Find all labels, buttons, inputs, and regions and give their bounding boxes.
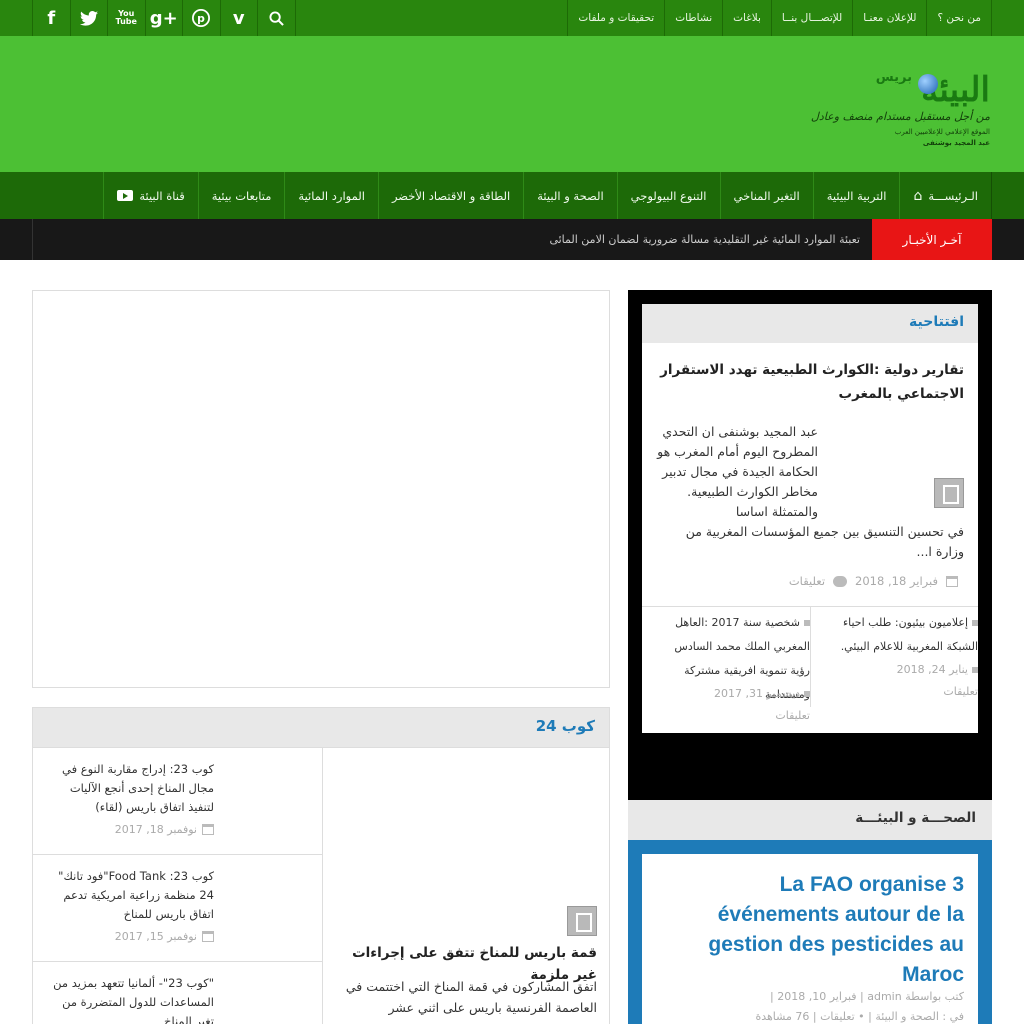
health-article-title[interactable]: La FAO organise 3 événements autour de l… — [664, 870, 964, 990]
breaking-news-bar: آخـر الأخبـار تعبئة الموارد المائية غير … — [0, 219, 1024, 260]
editorial-comments[interactable]: تعليقات — [789, 574, 825, 588]
nav-label: قناة البيئة — [139, 188, 185, 203]
editorial-date: فبراير 18, 2018 — [855, 574, 938, 588]
calendar-icon — [804, 691, 810, 697]
health-widget: الصحـــة و البيئـــة La FAO organise 3 é… — [628, 800, 992, 1024]
health-article-card: La FAO organise 3 événements autour de l… — [642, 854, 978, 1024]
section-header: كوب 24 — [33, 708, 609, 748]
site-header: البيئة بريس من أجل مستقبل مستدام منصف وع… — [0, 36, 1024, 172]
globe-icon — [918, 74, 938, 94]
twitter-icon[interactable] — [71, 0, 108, 36]
list-item[interactable]: كوب 23: إدراج مقاربة النوع في مجال المنا… — [33, 748, 323, 855]
document-icon — [567, 906, 597, 936]
nav-item-environmental-education[interactable]: التربية البيئية — [812, 172, 900, 219]
logo-author: عبد المجيد بوشنفى — [922, 139, 990, 147]
editorial-excerpt-continued: في تحسين التنسيق بين جميع المؤسسات المغر… — [685, 524, 964, 559]
social-links: f You Tube g+ p v — [32, 0, 296, 36]
nav-item-energy-green-economy[interactable]: الطاقة و الاقتصاد الأخضر — [377, 172, 523, 219]
nav-item-biodiversity[interactable]: التنوع البيولوجي — [616, 172, 720, 219]
list-item[interactable]: شخصية سنة 2017 :العاهل المغربي الملك محم… — [642, 607, 810, 722]
logo-tagline: من أجل مستقبل مستدام منصف وعادل — [810, 110, 990, 123]
nav-label: الـرئيســـة — [928, 188, 978, 203]
main-nav: ⌂ الـرئيســـة التربية البيئية التغير الم… — [0, 172, 1024, 219]
article-title[interactable]: "كوب 23"- ألمانيا تتعهد بمزيد من المساعد… — [44, 974, 214, 1024]
google-plus-icon[interactable]: g+ — [146, 0, 183, 36]
svg-text:p: p — [197, 12, 205, 25]
list-item[interactable]: إعلاميون بيئيون: طلب احياء الشبكة المغرب… — [810, 607, 978, 707]
top-menu: من نحن ؟ للإعلان معنـا للإتصـــال بنــا … — [567, 0, 992, 36]
widget-title[interactable]: افتتاحية — [909, 314, 964, 330]
article-title[interactable]: إعلاميون بيئيون: طلب احياء الشبكة المغرب… — [820, 611, 978, 659]
featured-article-excerpt: اتفق المشاركون في قمة المناخ التي اختتمت… — [345, 979, 597, 1015]
widget-header: افتتاحية — [642, 304, 978, 343]
editorial-widget: افتتاحية تقارير دولية :الكوارث الطبيعية … — [642, 304, 978, 733]
health-article-meta-secondary: في : الصحة و البيئة | • تعليقات | 76 مشا… — [755, 1010, 964, 1023]
breaking-news-label: آخـر الأخبـار — [872, 219, 992, 260]
top-menu-advertise[interactable]: للإعلان معنـا — [852, 0, 926, 36]
top-menu-activities[interactable]: نشاطات — [664, 0, 722, 36]
nav-item-environmental-followups[interactable]: متابعات بيئية — [197, 172, 285, 219]
vimeo-icon[interactable]: v — [221, 0, 258, 36]
featured-slider — [32, 290, 610, 688]
widget-body: La FAO organise 3 événements autour de l… — [628, 840, 992, 1024]
calendar-icon — [202, 824, 214, 835]
list-item[interactable]: كوب 23: Food Tank"فود تانك" 24 منظمة زرا… — [33, 855, 323, 962]
related-articles: إعلاميون بيئيون: طلب احياء الشبكة المغرب… — [642, 606, 978, 733]
article-date: يناير 24, 2018 — [820, 659, 978, 681]
logo-press: بريس — [875, 70, 912, 85]
cop24-section: كوب 24 كوب 23: إدراج مقاربة النوع في مجا… — [32, 707, 610, 1024]
article-date: ديسمبر 31, 2017 — [652, 683, 810, 705]
youtube-play-icon — [117, 190, 134, 201]
top-menu-contact[interactable]: للإتصـــال بنــا — [770, 0, 852, 36]
site-logo[interactable]: البيئة بريس من أجل مستقبل مستدام منصف وع… — [760, 70, 991, 182]
article-date: نوفمبر 18, 2017 — [115, 823, 214, 836]
facebook-icon[interactable]: f — [33, 0, 71, 36]
search-icon[interactable] — [258, 0, 296, 36]
list-item[interactable]: "كوب 23"- ألمانيا تتعهد بمزيد من المساعد… — [33, 962, 323, 1024]
bullet-icon — [804, 620, 810, 626]
article-comments[interactable]: تعليقات — [820, 681, 978, 703]
nav-item-health-environment[interactable]: الصحة و البيئة — [523, 172, 616, 219]
top-bar: f You Tube g+ p v من نحن ؟ للإعلان معنـا… — [0, 0, 1024, 36]
article-title[interactable]: كوب 23: Food Tank"فود تانك" 24 منظمة زرا… — [44, 867, 214, 924]
document-icon — [934, 478, 964, 508]
editorial-excerpt: عبد المجيد بوشنفى ان التحدي المطروح اليو… — [657, 424, 818, 519]
top-menu-reports[interactable]: بلاغات — [722, 0, 771, 36]
nav-item-climate-change[interactable]: التغير المناخي — [719, 172, 813, 219]
calendar-icon — [202, 931, 214, 942]
widget-title[interactable]: الصحـــة و البيئـــة — [855, 810, 976, 826]
featured-article: قمة باريس للمناخ تتفق على إجراءات غير مل… — [323, 748, 611, 1024]
health-article-meta: كتب بواسطة admin | فبراير 10, 2018 | — [770, 990, 964, 1003]
article-date: نوفمبر 15, 2017 — [115, 930, 214, 943]
comments-icon — [833, 575, 848, 587]
article-title[interactable]: كوب 23: إدراج مقاربة النوع في مجال المنا… — [44, 760, 214, 817]
nav-item-water-resources[interactable]: الموارد المائية — [284, 172, 378, 219]
calendar-icon — [946, 575, 958, 587]
article-comments[interactable]: تعليقات — [652, 705, 810, 727]
top-menu-about[interactable]: من نحن ؟ — [926, 0, 991, 36]
youtube-icon[interactable]: You Tube — [108, 0, 146, 36]
home-icon: ⌂ — [913, 187, 923, 204]
logo-subtitle: الموقع الإعلامي للإعلاميين العرب — [894, 128, 990, 136]
article-list: كوب 23: إدراج مقاربة النوع في مجال المنا… — [33, 748, 323, 1024]
pinterest-icon[interactable]: p — [183, 0, 221, 36]
editorial-headline[interactable]: تقارير دولية :الكوارث الطبيعية تهدد الاس… — [654, 358, 964, 406]
breaking-news-ticker[interactable]: تعبئة الموارد المائية غير التقليدية مسال… — [549, 219, 860, 260]
editorial-meta: فبراير 18, 2018 تعليقات — [789, 574, 958, 588]
top-menu-investigations[interactable]: تحقيقات و ملفات — [567, 0, 664, 36]
section-title[interactable]: كوب 24 — [536, 717, 595, 735]
nav-item-channel[interactable]: قناة البيئة — [103, 172, 197, 219]
nav-item-home[interactable]: ⌂ الـرئيســـة — [899, 172, 991, 219]
bullet-icon — [972, 620, 978, 626]
calendar-icon — [972, 667, 978, 673]
